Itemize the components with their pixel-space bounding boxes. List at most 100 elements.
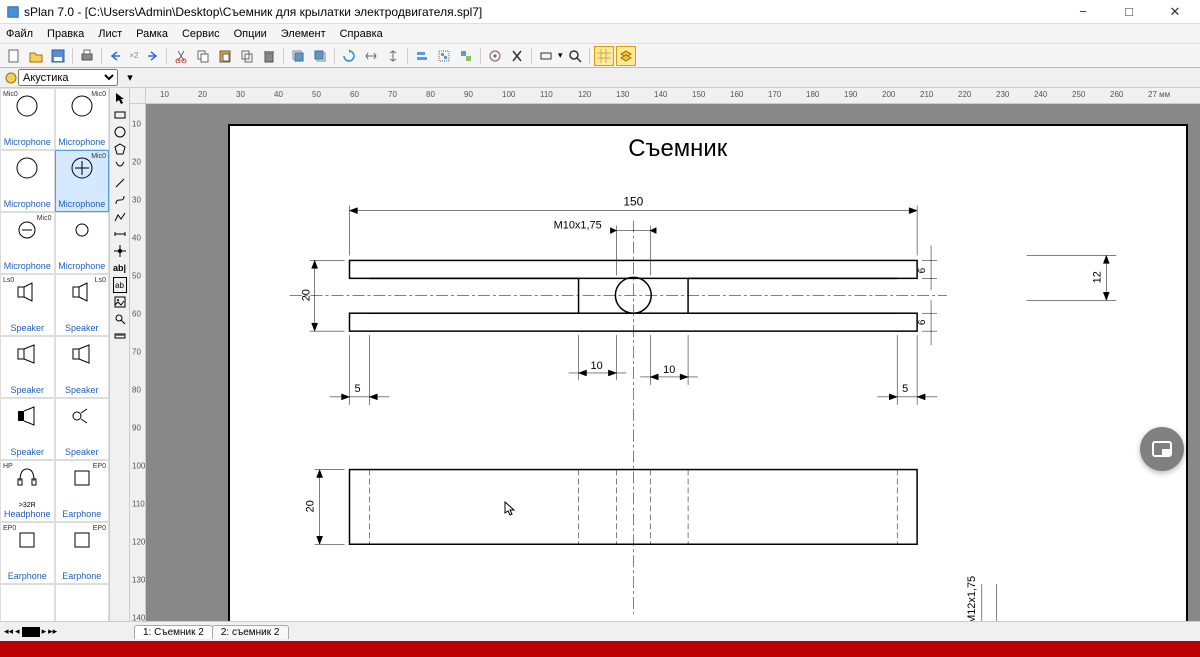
app-icon	[6, 5, 20, 19]
minimize-button[interactable]: −	[1064, 2, 1102, 22]
menu-help[interactable]: Справка	[340, 28, 383, 40]
palette-item-speaker4[interactable]: Speaker	[55, 336, 110, 398]
tab-page-1[interactable]: 1: Съемник 2	[134, 625, 213, 639]
palette-item-empty2[interactable]	[55, 584, 110, 621]
tool-dimension[interactable]	[111, 226, 129, 242]
mirror-v-button[interactable]	[383, 46, 403, 66]
menu-sheet[interactable]: Лист	[98, 28, 122, 40]
tool-special[interactable]	[111, 158, 129, 174]
palette-item-mic6[interactable]: Microphone	[55, 212, 110, 274]
dim-thread: M10x1,75	[554, 220, 602, 232]
tabs-nav-prev[interactable]: ◂	[15, 626, 20, 637]
dim-5a: 5	[354, 383, 360, 395]
tool-textbox[interactable]: ab	[113, 277, 127, 293]
rect-mode-button[interactable]	[536, 46, 556, 66]
zoom-button[interactable]	[565, 46, 585, 66]
floating-action-button[interactable]	[1140, 427, 1184, 471]
delete-button[interactable]	[259, 46, 279, 66]
component-palette: Mic0Microphone Mic0Microphone Microphone…	[0, 88, 110, 621]
tool-zoom[interactable]	[111, 311, 129, 327]
mouse-cursor	[504, 501, 518, 517]
tool-node[interactable]	[111, 243, 129, 259]
tabs-nav-last[interactable]: ▸▸	[48, 626, 57, 637]
find-button[interactable]	[507, 46, 527, 66]
palette-item-speaker2[interactable]: Ls0Speaker	[55, 274, 110, 336]
dim-20b: 20	[305, 500, 317, 512]
redo-dropdown[interactable]: ×2	[128, 46, 140, 66]
tool-image[interactable]	[111, 294, 129, 310]
dim-20a: 20	[301, 289, 313, 301]
tabs-nav-first[interactable]: ◂◂	[4, 626, 13, 637]
palette-item-speaker3[interactable]: Speaker	[0, 336, 55, 398]
layer-button[interactable]	[616, 46, 636, 66]
mirror-h-button[interactable]	[361, 46, 381, 66]
palette-item-mic5[interactable]: Mic0Microphone	[0, 212, 55, 274]
tool-poly[interactable]	[111, 141, 129, 157]
palette-item-speaker1[interactable]: Ls0Speaker	[0, 274, 55, 336]
canvas[interactable]: Съемник	[146, 104, 1200, 621]
palette-item-mic-circle2[interactable]: Mic0Microphone	[55, 88, 110, 150]
rotate-button[interactable]	[339, 46, 359, 66]
dim-6a: 6	[917, 267, 928, 273]
print-button[interactable]	[77, 46, 97, 66]
open-button[interactable]	[26, 46, 46, 66]
tabs-nav-next[interactable]: ▸	[42, 626, 47, 637]
group-button[interactable]	[434, 46, 454, 66]
align-button[interactable]	[412, 46, 432, 66]
menu-frame[interactable]: Рамка	[136, 28, 168, 40]
tabs-color[interactable]	[22, 627, 40, 637]
tool-line[interactable]	[111, 175, 129, 191]
tool-circle[interactable]	[111, 124, 129, 140]
snap-button[interactable]	[485, 46, 505, 66]
dim-10a: 10	[590, 360, 602, 372]
tool-text[interactable]: ab|	[111, 260, 129, 276]
menu-element[interactable]: Элемент	[281, 28, 326, 40]
copy-button[interactable]	[193, 46, 213, 66]
vertical-ruler: 102030405060708090100110120130140	[130, 104, 146, 621]
menu-file[interactable]: Файл	[6, 28, 33, 40]
tool-rect[interactable]	[111, 107, 129, 123]
grid-button[interactable]	[594, 46, 614, 66]
new-button[interactable]	[4, 46, 24, 66]
dim-thread2: M12x1,75	[966, 576, 978, 621]
dim-10b: 10	[663, 364, 675, 376]
menu-edit[interactable]: Правка	[47, 28, 84, 40]
palette-item-headphone[interactable]: HP>32RHeadphone	[0, 460, 55, 522]
tool-polyline[interactable]	[111, 209, 129, 225]
ungroup-button[interactable]	[456, 46, 476, 66]
dim-5b: 5	[902, 383, 908, 395]
palette-item-earphone2[interactable]: EP0Earphone	[0, 522, 55, 584]
menu-options[interactable]: Опции	[234, 28, 267, 40]
palette-item-mic3[interactable]: Microphone	[0, 150, 55, 212]
front-button[interactable]	[288, 46, 308, 66]
back-button[interactable]	[310, 46, 330, 66]
tool-measure[interactable]	[111, 328, 129, 344]
duplicate-button[interactable]	[237, 46, 257, 66]
save-button[interactable]	[48, 46, 68, 66]
palette-item-speaker5[interactable]: Speaker	[0, 398, 55, 460]
close-button[interactable]: ✕	[1156, 2, 1194, 22]
tab-page-2[interactable]: 2: съемник 2	[212, 625, 289, 639]
dim-6b: 6	[917, 319, 928, 325]
cut-button[interactable]	[171, 46, 191, 66]
maximize-button[interactable]: □	[1110, 2, 1148, 22]
palette-item-empty1[interactable]	[0, 584, 55, 621]
palette-item-earphone3[interactable]: EP0Earphone	[55, 522, 110, 584]
category-select[interactable]: Акустика	[18, 69, 118, 86]
tool-pointer[interactable]	[111, 90, 129, 106]
page-tabs: ◂◂ ◂ ▸ ▸▸ 1: Съемник 2 2: съемник 2	[0, 621, 1200, 641]
paste-button[interactable]	[215, 46, 235, 66]
horizontal-ruler: 1020304050607080901001101201301401501601…	[130, 88, 1200, 104]
category-options[interactable]: ▾	[120, 68, 140, 88]
menu-service[interactable]: Сервис	[182, 28, 220, 40]
palette-item-mic4[interactable]: Mic0Microphone	[55, 150, 110, 212]
palette-item-earphone1[interactable]: EP0Earphone	[55, 460, 110, 522]
dim-12: 12	[1091, 271, 1103, 283]
tool-bezier[interactable]	[111, 192, 129, 208]
redo-button[interactable]	[142, 46, 162, 66]
palette-item-mic-circle[interactable]: Mic0Microphone	[0, 88, 55, 150]
undo-button[interactable]	[106, 46, 126, 66]
status-bar	[0, 641, 1200, 657]
menubar: Файл Правка Лист Рамка Сервис Опции Элем…	[0, 24, 1200, 44]
palette-item-speaker6[interactable]: Speaker	[55, 398, 110, 460]
